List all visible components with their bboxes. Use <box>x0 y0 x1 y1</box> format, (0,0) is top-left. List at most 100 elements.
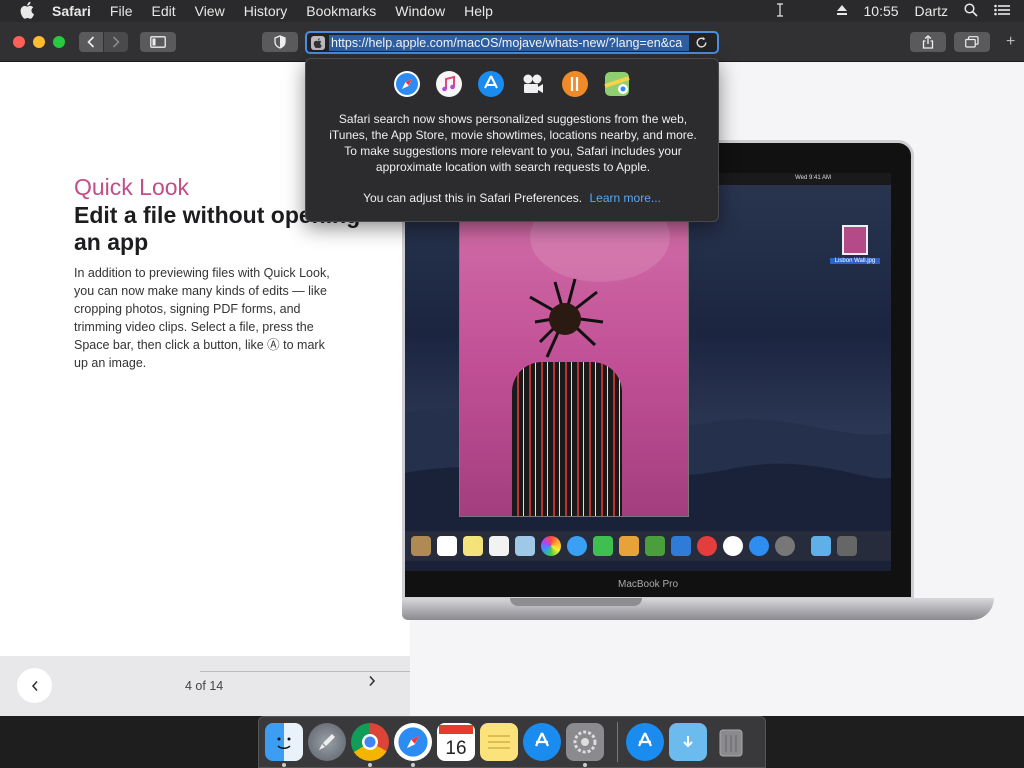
menu-window[interactable]: Window <box>395 3 445 19</box>
svg-text:16: 16 <box>445 738 466 759</box>
laptop-base <box>402 598 994 620</box>
share-icon <box>922 35 934 49</box>
search-suggestions-popover: Safari search now shows personalized sug… <box>305 58 719 222</box>
laptop-screen: Wed 9:41 AM Lisbon Wall.jpg <box>405 173 891 571</box>
dock: 16 <box>258 716 766 768</box>
chevron-left-icon <box>31 680 38 691</box>
macbook-brand-label: MacBook Pro <box>617 579 679 590</box>
system-preferences-icon <box>775 536 795 556</box>
tabs-icon <box>965 36 979 48</box>
notes-icon[interactable] <box>480 723 518 761</box>
maps-icon <box>515 536 535 556</box>
numbers-icon <box>645 536 665 556</box>
menu-history[interactable]: History <box>244 3 288 19</box>
calendar-icon[interactable]: 16 <box>437 723 475 761</box>
app-store-dock-icon[interactable] <box>523 723 561 761</box>
site-favicon-icon <box>311 35 325 50</box>
app-store-download-icon[interactable] <box>626 723 664 761</box>
photos-icon <box>541 536 561 556</box>
notes-icon <box>463 536 483 556</box>
progress-track <box>200 671 410 672</box>
tab-overview-button[interactable] <box>954 32 990 52</box>
menu-bar: Safari File Edit View History Bookmarks … <box>0 0 1024 22</box>
menu-help[interactable]: Help <box>464 3 493 19</box>
mini-clock: Wed 9:41 AM <box>795 175 831 181</box>
quick-look-photo <box>459 221 689 517</box>
notification-center-icon[interactable] <box>994 3 1010 19</box>
pages-icon <box>619 536 639 556</box>
keynote-icon <box>671 536 691 556</box>
spotlight-search-icon[interactable] <box>964 2 978 20</box>
maps-icon <box>602 69 632 99</box>
page-navigation: 4 of 14 <box>0 656 410 716</box>
dock-separator <box>617 722 618 762</box>
close-window-button[interactable] <box>13 36 25 48</box>
news-icon <box>697 536 717 556</box>
file-thumbnail <box>842 225 868 255</box>
url-text[interactable]: https://help.apple.com/macOS/mojave/what… <box>329 34 689 51</box>
chevron-right-icon <box>112 36 120 48</box>
clock[interactable]: 10:55 <box>864 3 899 19</box>
restaurant-icon <box>560 69 590 99</box>
itunes-icon <box>434 69 464 99</box>
shield-icon <box>274 35 286 49</box>
preferences-note-text: You can adjust this in Safari Preference… <box>363 191 583 205</box>
address-bar[interactable]: https://help.apple.com/macOS/mojave/what… <box>305 31 719 54</box>
facetime-icon <box>593 536 613 556</box>
music-icon <box>723 536 743 556</box>
privacy-shield-button[interactable] <box>262 32 298 52</box>
downloads-folder-icon <box>811 536 831 556</box>
apple-menu-icon[interactable] <box>20 1 38 22</box>
feature-subtitle: Quick Look <box>74 174 190 200</box>
finder-icon[interactable] <box>265 723 303 767</box>
chevron-left-icon <box>87 36 95 48</box>
menu-file[interactable]: File <box>110 3 133 19</box>
next-page-button[interactable] <box>368 674 376 692</box>
menu-bookmarks[interactable]: Bookmarks <box>306 3 376 19</box>
file-label: Lisbon Wall.jpg <box>830 258 880 264</box>
chrome-icon[interactable] <box>351 723 389 767</box>
feature-description: In addition to previewing files with Qui… <box>74 266 330 370</box>
trash-icon[interactable] <box>712 723 750 761</box>
menu-view[interactable]: View <box>195 3 225 19</box>
previous-page-button[interactable] <box>17 668 52 703</box>
minimize-window-button[interactable] <box>33 36 45 48</box>
sidebar-icon <box>150 36 166 48</box>
text-cursor-icon <box>776 2 784 20</box>
mini-dock <box>405 531 891 561</box>
menu-edit[interactable]: Edit <box>151 3 175 19</box>
zoom-window-button[interactable] <box>53 36 65 48</box>
safari-compass-icon <box>392 69 422 99</box>
downloads-folder-icon[interactable] <box>669 723 707 761</box>
page-counter: 4 of 14 <box>185 679 224 693</box>
preferences-note: You can adjust this in Safari Preference… <box>306 191 718 205</box>
app-store-icon <box>749 536 769 556</box>
eject-icon[interactable] <box>836 3 848 19</box>
sidebar-toggle-button[interactable] <box>140 32 176 52</box>
movie-camera-icon <box>518 69 548 99</box>
back-button[interactable] <box>79 32 103 52</box>
system-preferences-icon[interactable] <box>566 723 604 767</box>
learn-more-link[interactable]: Learn more... <box>590 191 661 205</box>
safari-toolbar: https://help.apple.com/macOS/mojave/what… <box>0 22 1024 62</box>
chevron-right-icon <box>369 675 376 687</box>
app-store-icon <box>476 69 506 99</box>
menu-app-name[interactable]: Safari <box>52 3 91 19</box>
contacts-icon <box>411 536 431 556</box>
trash-icon <box>837 536 857 556</box>
person-hair <box>525 277 605 367</box>
share-button[interactable] <box>910 32 946 52</box>
safari-icon[interactable] <box>394 723 432 767</box>
launchpad-icon[interactable] <box>308 723 346 761</box>
desktop-file: Lisbon Wall.jpg <box>830 225 880 264</box>
reload-icon[interactable] <box>695 36 708 49</box>
laptop-notch <box>510 598 642 606</box>
user-name[interactable]: Dartz <box>915 3 948 19</box>
striped-shirt <box>512 362 622 516</box>
calendar-icon <box>437 536 457 556</box>
forward-button[interactable] <box>104 32 128 52</box>
suggestions-privacy-message: Safari search now shows personalized sug… <box>329 112 697 174</box>
reminders-icon <box>489 536 509 556</box>
new-tab-icon[interactable]: + <box>1006 33 1015 51</box>
messages-icon <box>567 536 587 556</box>
